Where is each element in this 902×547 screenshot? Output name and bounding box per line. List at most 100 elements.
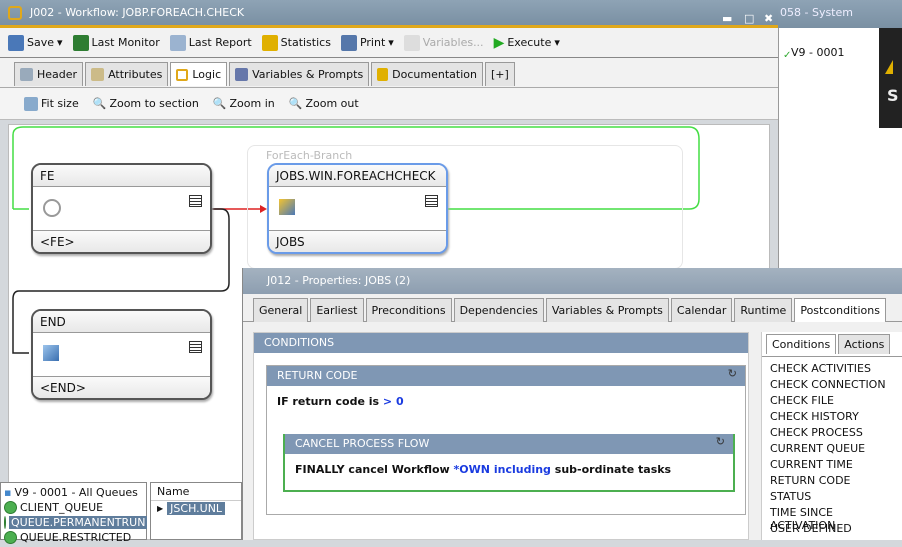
print-icon [340, 34, 357, 51]
fit-size-button[interactable]: Fit size [24, 96, 79, 111]
cancel-suffix: sub-ordinate tasks [554, 463, 672, 476]
tab-header[interactable]: Header [14, 62, 84, 86]
variables-label: Variables... [422, 36, 484, 49]
last-monitor-button[interactable]: Last Monitor [72, 34, 160, 51]
variables-icon [235, 68, 249, 81]
side-tab-actions[interactable]: Actions [838, 334, 891, 354]
condition-item[interactable]: CURRENT QUEUE [762, 441, 902, 457]
cancel-object[interactable]: *OWN [454, 463, 490, 476]
ok-icon [4, 531, 17, 544]
zoom-in-button[interactable]: 🔍 Zoom in [213, 97, 275, 110]
menu-icon[interactable] [189, 341, 202, 353]
conditions-panel: CONDITIONS RETURN CODE ↻ IF return code … [253, 332, 749, 540]
workflow-icon [8, 6, 22, 20]
cancel-header: CANCEL PROCESS FLOW [285, 434, 733, 454]
variables-icon [403, 34, 420, 51]
execute-button[interactable]: ▶ Execute ▾ [494, 35, 560, 51]
tab-attributes[interactable]: Attributes [85, 62, 169, 86]
queue-item[interactable]: QUEUE.RESTRICTED [4, 530, 143, 545]
tab-add[interactable]: [+] [484, 62, 515, 86]
menu-icon[interactable] [189, 195, 202, 207]
attributes-icon [91, 68, 105, 81]
tab-label: Header [37, 68, 78, 81]
cancel-including[interactable]: including [494, 463, 551, 476]
condition-item[interactable]: USER DEFINED [762, 521, 902, 537]
name-row[interactable]: ▶ JSCH.UNL [151, 501, 241, 516]
branch-label: ForEach-Branch [266, 149, 353, 162]
window-title-bar: J002 - Workflow: JOBP.FOREACH.CHECK ▬ □ … [0, 0, 778, 28]
name-column-header[interactable]: Name [151, 483, 241, 501]
last-monitor-label: Last Monitor [91, 36, 160, 49]
statistics-icon [261, 34, 278, 51]
return-code-block[interactable]: RETURN CODE ↻ IF return code is > 0 CANC… [266, 365, 746, 515]
fe-node[interactable]: FE <FE> [31, 163, 212, 254]
main-toolbar: Save ▾ Last Monitor Last Report Statisti… [0, 28, 778, 58]
fe-title: FE [33, 165, 210, 187]
system-item[interactable]: V9 - 0001 [791, 46, 844, 59]
ptab-preconditions[interactable]: Preconditions [365, 298, 452, 322]
condition-item[interactable]: CHECK CONNECTION [762, 377, 902, 393]
execute-label: Execute [507, 36, 552, 49]
cancel-process-block[interactable]: CANCEL PROCESS FLOW ↻ FINALLY cancel Wor… [283, 434, 735, 492]
print-button[interactable]: Print ▾ [340, 34, 394, 51]
zoom-section-icon: 🔍 [92, 97, 107, 110]
cancel-text: FINALLY cancel Workflow [295, 463, 450, 476]
cancel-action: FINALLY cancel Workflow *OWN including s… [285, 454, 733, 485]
condition-item[interactable]: CHECK ACTIVITIES [762, 361, 902, 377]
header-icon [20, 68, 33, 81]
condition-item[interactable]: CHECK HISTORY [762, 409, 902, 425]
dashboard-image: S [879, 28, 902, 128]
last-report-button[interactable]: Last Report [169, 34, 252, 51]
ptab-postconditions[interactable]: Postconditions [794, 298, 886, 322]
tab-label: Logic [192, 68, 222, 81]
system-overview-title: 058 - System Overview [778, 0, 902, 45]
job-node[interactable]: JOBS.WIN.FOREACHCHECK JOBS [267, 163, 448, 254]
condition-value[interactable]: > 0 [383, 395, 404, 408]
documentation-icon [377, 68, 389, 81]
queue-root[interactable]: ▪ V9 - 0001 - All Queues [4, 485, 143, 500]
ptab-runtime[interactable]: Runtime [734, 298, 793, 322]
side-tab-conditions[interactable]: Conditions [766, 334, 837, 354]
return-code-condition: IF return code is > 0 [267, 386, 745, 417]
logic-icon [176, 68, 189, 81]
condition-item[interactable]: CHECK FILE [762, 393, 902, 409]
ptab-dependencies[interactable]: Dependencies [453, 298, 544, 322]
end-node[interactable]: END <END> [31, 309, 212, 400]
ok-icon [4, 501, 17, 514]
end-footer: <END> [33, 376, 210, 398]
ptab-variables-prompts[interactable]: Variables & Prompts [545, 298, 669, 322]
menu-icon[interactable] [425, 195, 438, 207]
condition-item[interactable]: TIME SINCE ACTIVATION [762, 505, 902, 532]
ptab-earliest[interactable]: Earliest [310, 298, 364, 322]
print-label: Print [359, 36, 386, 49]
zoom-toolbar: Fit size 🔍 Zoom to section 🔍 Zoom in 🔍 Zoom… [0, 88, 778, 120]
conditions-header: CONDITIONS [254, 333, 748, 353]
tab-variables-prompts[interactable]: Variables & Prompts [229, 62, 370, 86]
reload-icon[interactable]: ↻ [728, 367, 737, 380]
tab-label: Attributes [108, 68, 163, 81]
condition-item[interactable]: CHECK PROCESS [762, 425, 902, 441]
queue-root-label: V9 - 0001 - All Queues [14, 486, 138, 499]
statistics-button[interactable]: Statistics [261, 34, 331, 51]
condition-item[interactable]: CURRENT TIME [762, 457, 902, 473]
condition-item[interactable]: RETURN CODE [762, 473, 902, 489]
name-panel: Name ▶ JSCH.UNL [150, 482, 242, 540]
expand-icon[interactable]: ▶ [157, 504, 163, 513]
queue-item-selected[interactable]: QUEUE.PERMANENTRUN [4, 515, 148, 530]
tab-label: Variables & Prompts [252, 68, 364, 81]
name-row-label: JSCH.UNL [167, 502, 226, 515]
ptab-calendar[interactable]: Calendar [670, 298, 733, 322]
end-icon [43, 345, 59, 361]
zoom-out-button[interactable]: 🔍 Zoom out [289, 97, 359, 110]
job-footer: JOBS [269, 230, 446, 252]
save-button[interactable]: Save ▾ [8, 34, 63, 51]
reload-icon[interactable]: ↻ [716, 435, 725, 448]
condition-item[interactable]: STATUS [762, 489, 902, 505]
system-overview-panel: ✓ V9 - 0001 S [778, 28, 902, 268]
queue-item[interactable]: CLIENT_QUEUE [4, 500, 143, 515]
tab-documentation[interactable]: Documentation [371, 62, 483, 86]
zoom-to-section-button[interactable]: 🔍 Zoom to section [93, 97, 199, 110]
tab-logic[interactable]: Logic [170, 62, 228, 86]
queue-root-icon: ▪ [4, 486, 12, 499]
ptab-general[interactable]: General [253, 298, 309, 322]
